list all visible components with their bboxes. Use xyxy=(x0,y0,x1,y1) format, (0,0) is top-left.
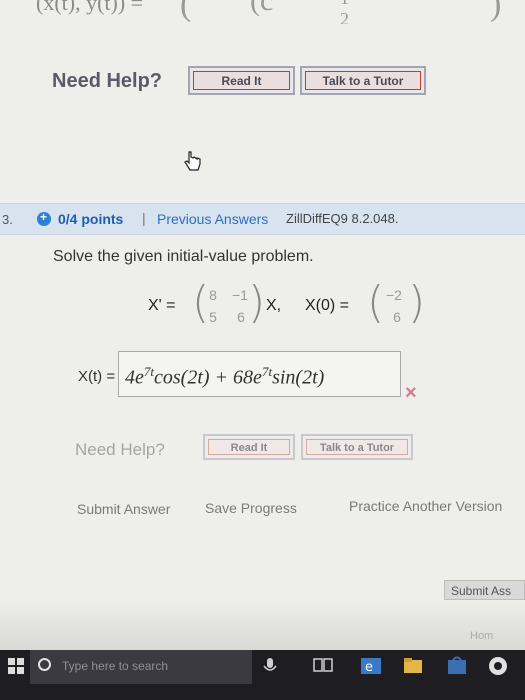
save-progress-button[interactable]: Save Progress xyxy=(205,500,297,516)
practice-another-version-button[interactable]: Practice Another Version xyxy=(349,498,502,514)
matrix-cell: 5 xyxy=(209,309,217,325)
answer-input[interactable]: 4e7tcos(2t) + 68e7tsin(2t) xyxy=(118,351,401,397)
talk-to-tutor-label: Talk to a Tutor xyxy=(305,71,421,90)
submit-answer-button[interactable]: Submit Answer xyxy=(77,501,170,517)
cortana-icon xyxy=(38,658,51,671)
matrix-cell: 6 xyxy=(237,309,245,325)
question-code: ZillDiffEQ9 8.2.048. xyxy=(286,211,399,226)
question-number: 3. xyxy=(2,212,13,227)
read-it-label-2: Read It xyxy=(208,439,290,455)
talk-to-tutor-button-2[interactable]: Talk to a Tutor xyxy=(301,434,413,460)
search-placeholder: Type here to search xyxy=(62,659,169,673)
read-it-label: Read It xyxy=(193,71,290,90)
vector-paren-left: ( xyxy=(367,277,385,328)
read-it-button-2[interactable]: Read It xyxy=(203,434,295,460)
previous-question-formula: (x(t), y(t)) = ( (c 12 ) xyxy=(0,0,525,24)
plus-circle-icon[interactable]: + xyxy=(37,210,51,226)
answer-value: 4e7tcos(2t) + 68e7tsin(2t) xyxy=(125,364,325,389)
talk-to-tutor-button[interactable]: Talk to a Tutor xyxy=(300,66,426,95)
equation-after-matrix: X, xyxy=(266,297,282,314)
need-help-label-2: Need Help? xyxy=(75,440,165,459)
formula-paren-right: ) xyxy=(490,0,502,23)
answer-label: X(t) = xyxy=(78,368,116,385)
formula-paren-left: ( xyxy=(180,0,192,23)
previous-answers-link[interactable]: Previous Answers xyxy=(157,211,268,227)
file-explorer-icon[interactable] xyxy=(402,656,424,676)
initial-condition-label: X(0) = xyxy=(305,297,350,314)
need-help-label: Need Help? xyxy=(52,70,163,92)
vector-cell: −2 xyxy=(386,287,402,303)
formula-text: (x(t), y(t)) = xyxy=(36,0,144,15)
submit-assignment-button[interactable]: Submit Ass xyxy=(444,580,525,600)
incorrect-x-icon: × xyxy=(405,382,417,404)
windows-icon[interactable] xyxy=(8,658,24,674)
talk-to-tutor-label-2: Talk to a Tutor xyxy=(306,439,408,455)
question-prompt: Solve the given initial-value problem. xyxy=(53,248,314,265)
store-icon[interactable] xyxy=(446,656,468,676)
header-separator: | xyxy=(142,210,146,226)
formula-fraction: 12 xyxy=(340,0,349,24)
question-points: 0/4 points xyxy=(58,211,124,227)
vector-paren-right: ) xyxy=(408,277,426,328)
svg-text:e: e xyxy=(365,660,373,675)
hand-cursor-icon xyxy=(184,151,201,171)
matrix-cell: −1 xyxy=(232,287,248,303)
chrome-icon[interactable] xyxy=(486,655,510,677)
vector-cell: 6 xyxy=(393,309,401,325)
read-it-button[interactable]: Read It xyxy=(188,66,295,95)
equation-lhs: X' = xyxy=(148,297,176,314)
edge-icon[interactable]: e xyxy=(360,656,382,676)
home-link[interactable]: Hom xyxy=(470,630,493,642)
task-view-icon[interactable] xyxy=(312,656,334,676)
formula-coef: (c xyxy=(250,0,274,17)
matrix-cell: 8 xyxy=(209,287,217,303)
page-shadow xyxy=(0,600,525,650)
matrix-paren-right: ) xyxy=(248,277,266,328)
taskbar-search-box[interactable]: Type here to search xyxy=(30,650,252,684)
microphone-icon[interactable] xyxy=(260,656,280,676)
